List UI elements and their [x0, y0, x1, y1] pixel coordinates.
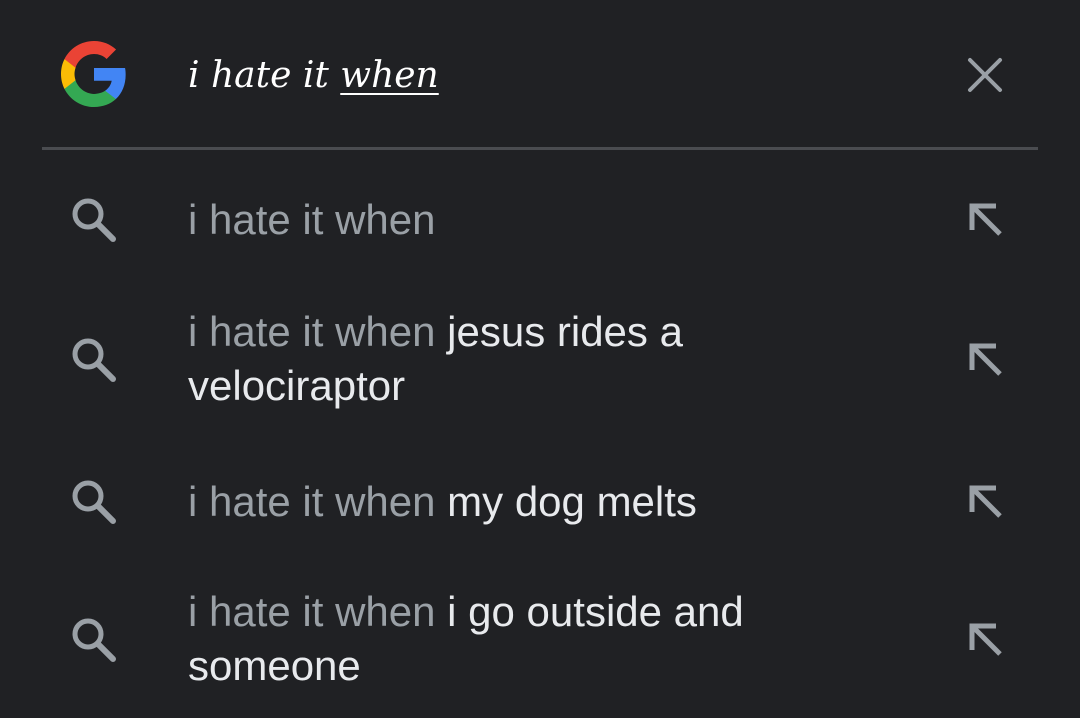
suggestion-prefix: i hate it when [188, 308, 436, 355]
arrow-up-left-icon[interactable] [960, 194, 1012, 246]
search-input[interactable]: i hate it when [188, 50, 439, 102]
arrow-up-left-icon[interactable] [960, 614, 1012, 666]
suggestion-item[interactable]: i hate it when my dog melts [0, 460, 1080, 544]
suggestion-item[interactable]: i hate it when jesus rides a velocirapto… [0, 300, 1080, 420]
suggestion-prefix: i hate it when [188, 588, 436, 635]
arrow-up-left-icon[interactable] [960, 476, 1012, 528]
suggestion-text: i hate it when my dog melts [188, 475, 888, 529]
search-icon [66, 332, 122, 388]
search-icon [66, 474, 122, 530]
arrow-up-left-icon[interactable] [960, 334, 1012, 386]
search-icon [66, 192, 122, 248]
suggestion-item[interactable]: i hate it when [0, 178, 1080, 262]
suggestion-prefix: i hate it when [188, 478, 436, 525]
suggestion-text: i hate it when i go outside and someone [188, 585, 888, 693]
search-bar: i hate it when [0, 0, 1080, 148]
query-text-typed: when [340, 55, 439, 96]
google-g-icon[interactable] [58, 38, 130, 110]
suggestion-text: i hate it when [188, 193, 888, 247]
suggestion-list: i hate it when i hate it when jesus ride… [0, 150, 1080, 718]
suggestion-prefix: i hate it when [188, 196, 436, 243]
search-icon [66, 612, 122, 668]
query-text-plain: i hate it [188, 55, 341, 96]
suggestion-completion: my dog melts [435, 478, 697, 525]
suggestion-text: i hate it when jesus rides a velocirapto… [188, 305, 888, 413]
suggestion-item[interactable]: i hate it when i go outside and someone [0, 580, 1080, 700]
close-icon[interactable] [960, 50, 1010, 100]
search-screen: i hate it when i hate it when i hate it … [0, 0, 1080, 718]
